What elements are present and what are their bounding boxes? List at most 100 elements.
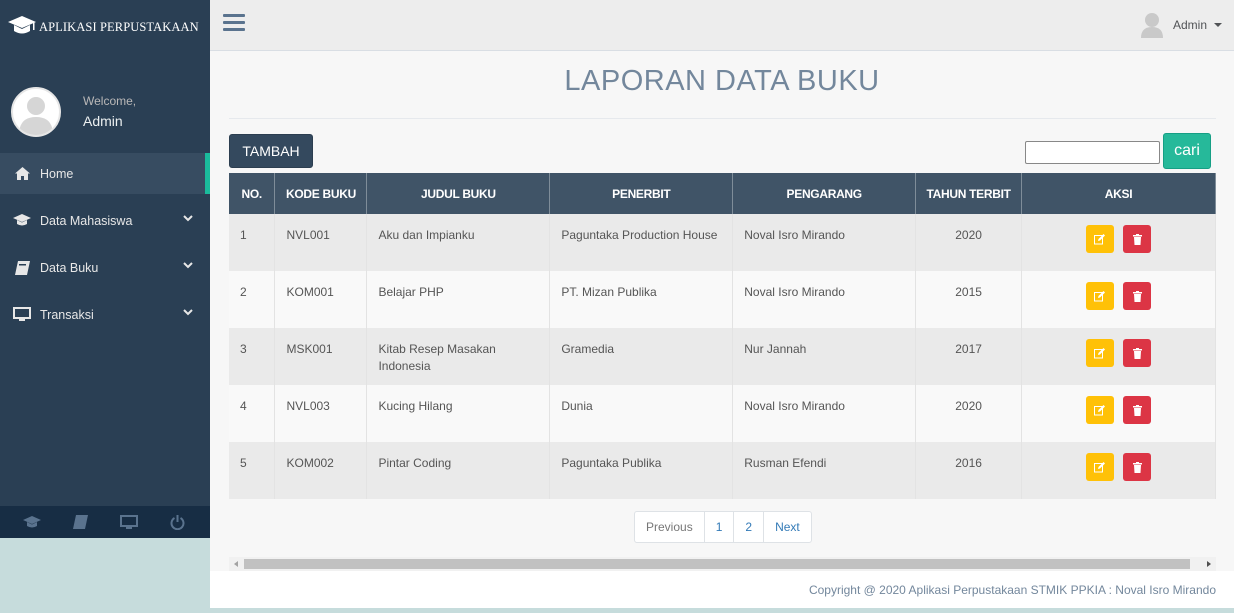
power-icon[interactable] [163,514,193,530]
cell-judul: Kucing Hilang [366,385,551,442]
sidebar-item-data-buku[interactable]: Data Buku [0,247,210,288]
cell-penerbit: Paguntaka Publika [549,442,734,499]
edit-button[interactable] [1085,453,1114,481]
scroll-right-icon[interactable] [1207,561,1211,567]
cell-judul: Pintar Coding [366,442,551,499]
cell-aksi [1021,328,1216,385]
edit-button[interactable] [1085,282,1114,310]
table-header-row: NO. KODE BUKU JUDUL BUKU PENERBIT PENGAR… [229,173,1216,214]
sidebar-menu: Home Data Mahasiswa Data Buku Transaksi [0,153,210,335]
trash-icon [1132,290,1142,302]
user-name: Admin [1172,18,1207,32]
trash-icon [1132,461,1142,473]
page-2-button[interactable]: 2 [733,512,763,542]
search-input[interactable] [1025,141,1160,164]
caret-down-icon [1214,23,1222,27]
cell-kode: NVL003 [274,385,368,442]
profile: Welcome, Admin [0,55,210,153]
sidebar-footer [0,506,210,538]
cell-kode: KOM002 [274,442,368,499]
search-button[interactable]: cari [1163,133,1211,169]
sidebar-item-label: Transaksi [40,307,94,322]
cell-judul: Belajar PHP [366,271,551,328]
trash-icon [1132,233,1142,245]
sidebar-item-label: Data Mahasiswa [40,213,133,228]
user-dropdown[interactable]: Admin [1140,12,1222,38]
cell-no: 5 [229,442,276,499]
add-button[interactable]: TAMBAH [229,134,313,168]
delete-button[interactable] [1123,339,1152,367]
cell-aksi [1021,385,1216,442]
chevron-down-icon [183,309,193,316]
delete-button[interactable] [1123,396,1152,424]
delete-button[interactable] [1123,282,1152,310]
edit-icon [1094,233,1106,244]
trash-icon [1132,404,1142,416]
edit-icon [1094,461,1106,472]
monitor-icon[interactable] [114,514,144,530]
cell-kode: KOM001 [274,271,368,328]
previous-page-button[interactable]: Previous [635,512,704,542]
edit-icon [1094,347,1106,358]
horizontal-scrollbar[interactable] [229,557,1216,571]
cell-penerbit: Dunia [549,385,734,442]
table-row: 1 NVL001 Aku dan Impianku Paguntaka Prod… [229,214,1216,271]
profile-name: Admin [83,113,123,129]
column-header: NO. [229,173,276,214]
menu-toggle-icon[interactable] [223,14,245,34]
sidebar-item-data-mahasiswa[interactable]: Data Mahasiswa [0,200,210,241]
book-icon [13,260,31,276]
page-1-button[interactable]: 1 [703,512,734,542]
copyright-text: Copyright @ 2020 Aplikasi Perpustakaan S… [808,583,1216,597]
app-title: APLIKASI PERPUSTAKAAN [39,20,199,34]
table-row: 4 NVL003 Kucing Hilang Dunia Noval Isro … [229,385,1216,442]
cell-tahun: 2020 [915,385,1023,442]
brand[interactable]: APLIKASI PERPUSTAKAAN [0,0,210,55]
column-header: KODE BUKU [274,173,368,214]
edit-icon [1094,290,1106,301]
delete-button[interactable] [1123,453,1152,481]
table-row: 2 KOM001 Belajar PHP PT. Mizan Publika N… [229,271,1216,328]
graduation-cap-icon[interactable] [17,515,47,529]
sidebar-item-home[interactable]: Home [0,153,210,194]
scroll-left-icon[interactable] [234,561,238,567]
cell-kode: NVL001 [274,214,368,271]
home-icon [13,166,31,182]
column-header: PENERBIT [549,173,734,214]
books-table: NO. KODE BUKU JUDUL BUKU PENERBIT PENGAR… [229,173,1216,499]
cell-aksi [1021,214,1216,271]
graduation-cap-icon [13,213,31,229]
next-page-button[interactable]: Next [763,512,811,542]
avatar [11,86,61,137]
edit-button[interactable] [1085,339,1114,367]
cell-tahun: 2016 [915,442,1023,499]
pagination: Previous 1 2 Next [634,511,812,543]
cell-tahun: 2015 [915,271,1023,328]
chevron-down-icon [183,215,193,222]
page-title: LAPORAN DATA BUKU [564,65,880,97]
cell-tahun: 2020 [915,214,1023,271]
cell-judul: Aku dan Impianku [366,214,551,271]
sidebar: APLIKASI PERPUSTAKAAN Welcome, Admin Hom… [0,0,210,538]
cell-penerbit: PT. Mizan Publika [549,271,734,328]
cell-no: 4 [229,385,276,442]
sidebar-item-label: Data Buku [40,260,99,275]
footer: Copyright @ 2020 Aplikasi Perpustakaan S… [210,571,1234,608]
monitor-icon [13,307,31,323]
book-icon[interactable] [66,515,96,529]
cell-penerbit: Gramedia [549,328,734,385]
divider [229,118,1216,119]
user-avatar-icon [1140,13,1163,38]
edit-button[interactable] [1085,396,1114,424]
cell-pengarang: Noval Isro Mirando [732,385,917,442]
edit-button[interactable] [1085,225,1114,253]
table-row: 3 MSK001 Kitab Resep Masakan Indonesia G… [229,328,1216,385]
sidebar-item-transaksi[interactable]: Transaksi [0,294,210,335]
cell-kode: MSK001 [274,328,368,385]
chevron-down-icon [183,262,193,269]
cell-pengarang: Rusman Efendi [732,442,917,499]
scrollbar-thumb[interactable] [244,559,1190,569]
delete-button[interactable] [1123,225,1152,253]
top-nav: Admin [210,0,1234,51]
cell-judul: Kitab Resep Masakan Indonesia [366,328,551,385]
